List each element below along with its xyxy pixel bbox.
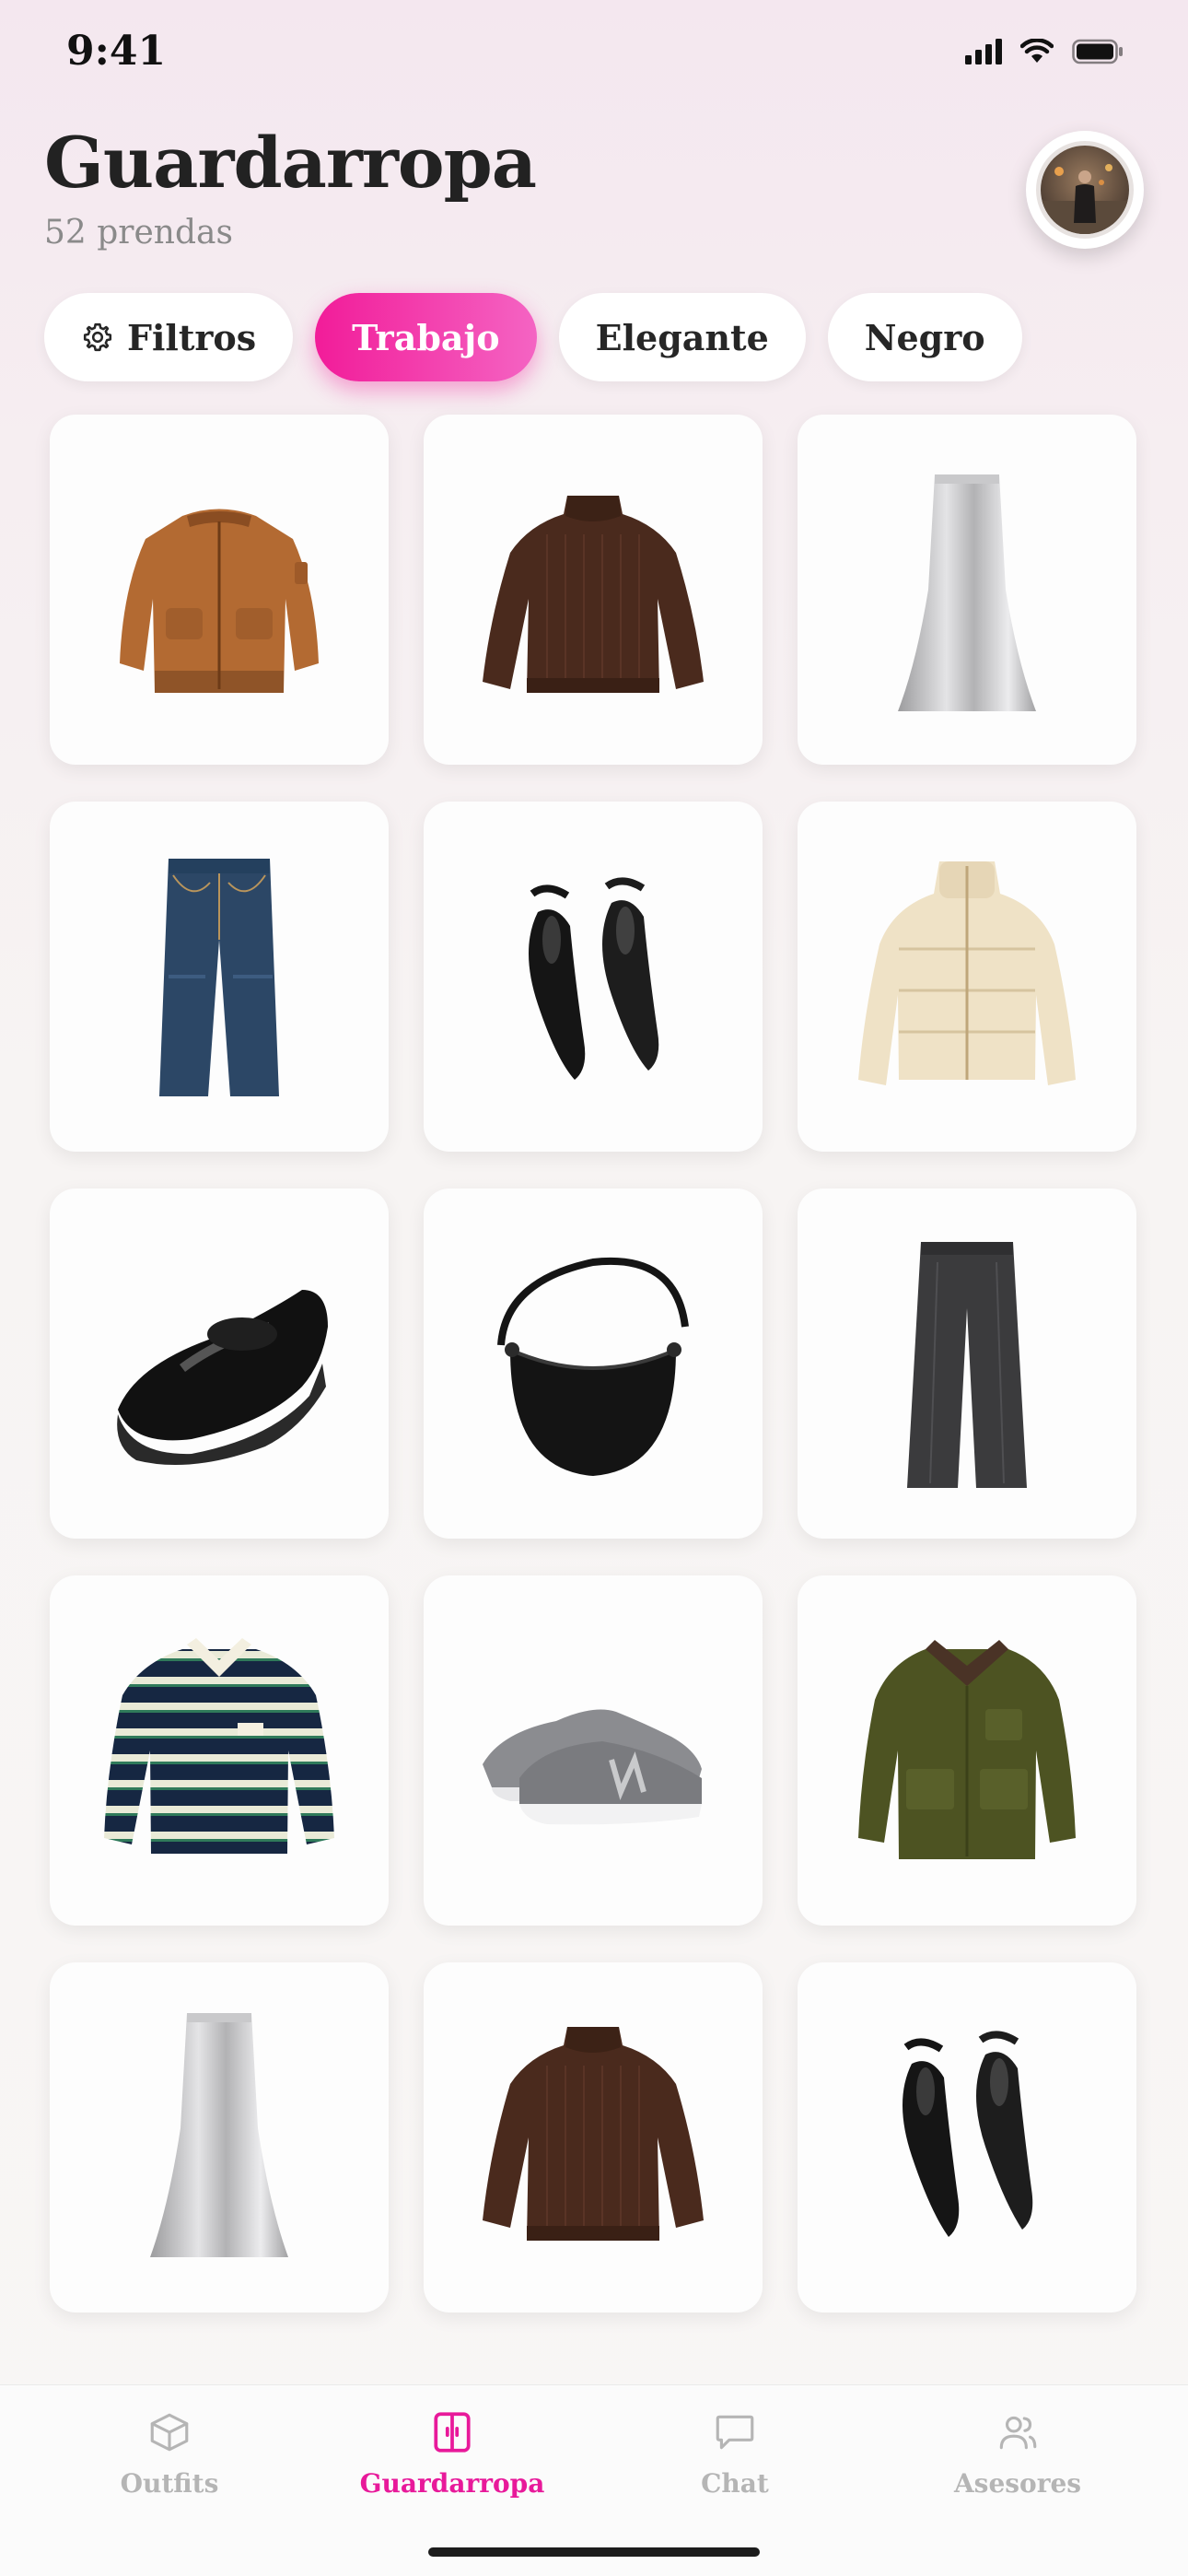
people-icon [999, 2416, 1037, 2450]
avatar-photo [1036, 141, 1134, 239]
charcoal-trousers-image [907, 1242, 1027, 1488]
loafer-image [117, 1290, 328, 1465]
box-icon [150, 2413, 189, 2452]
garment-card-cream-puffer[interactable] [798, 802, 1136, 1152]
garment-card-silver-skirt[interactable] [50, 1962, 389, 2313]
garment-card-olive-jacket[interactable] [798, 1575, 1136, 1926]
garment-card-silver-skirt[interactable] [798, 415, 1136, 765]
black-bag-image [497, 1257, 689, 1476]
gear-icon [83, 322, 112, 352]
garment-card-leather-jacket[interactable] [50, 415, 389, 765]
rugby-shirt-image [104, 1638, 334, 1854]
status-time: 9:41 [66, 28, 167, 75]
status-bar: 9:41 [0, 0, 1188, 111]
brown-sweater-image [483, 2027, 704, 2241]
wardrobe-icon [434, 2412, 471, 2453]
garment-card-charcoal-trousers[interactable] [798, 1188, 1136, 1539]
garment-card-jeans[interactable] [50, 802, 389, 1152]
chip-elegante[interactable]: Elegante [558, 293, 806, 381]
leather-jacket-image [120, 509, 319, 693]
garment-card-brown-sweater[interactable] [424, 415, 763, 765]
filters-chip[interactable]: Filtros [44, 293, 294, 381]
cream-puffer-image [858, 861, 1076, 1085]
home-indicator [428, 2547, 760, 2557]
olive-jacket-image [858, 1640, 1076, 1859]
garment-grid [50, 415, 1136, 2313]
garment-card-brown-sweater[interactable] [424, 1962, 763, 2313]
chip-trabajo[interactable]: Trabajo [315, 293, 537, 381]
chip-negro[interactable]: Negro [827, 293, 1022, 381]
silver-skirt-image [150, 2013, 288, 2257]
tab-label: Asesores [953, 2468, 1082, 2499]
garment-card-black-bag[interactable] [424, 1188, 763, 1539]
tab-label: Outfits [120, 2468, 219, 2499]
chip-label: Trabajo [352, 316, 500, 358]
garment-card-black-flats[interactable] [424, 802, 763, 1152]
filter-chips: Filtros Trabajo Elegante Negro [44, 293, 1022, 381]
tab-label: Guardarropa [359, 2468, 545, 2499]
garment-card-loafer[interactable] [50, 1188, 389, 1539]
chip-label: Elegante [595, 316, 769, 358]
tab-outfits[interactable]: Outfits [59, 2409, 280, 2511]
page-title: Guardarropa [44, 122, 537, 204]
tab-chat[interactable]: Chat [624, 2409, 845, 2511]
black-flats-image [529, 877, 659, 1080]
signal-icon [965, 39, 1002, 64]
status-icons [965, 39, 1124, 64]
wifi-icon [1020, 39, 1054, 63]
tab-label: Chat [701, 2468, 769, 2499]
garment-card-rugby-shirt[interactable] [50, 1575, 389, 1926]
jeans-image [159, 859, 279, 1096]
black-flats-image [903, 2031, 1033, 2237]
filters-chip-label: Filtros [127, 316, 257, 358]
tab-asesores[interactable]: Asesores [907, 2409, 1128, 2511]
chat-bubble-icon [716, 2415, 754, 2450]
chip-label: Negro [864, 316, 985, 358]
brown-sweater-image [483, 496, 704, 693]
garment-card-black-flats[interactable] [798, 1962, 1136, 2313]
battery-icon [1072, 39, 1123, 64]
tab-guardarropa[interactable]: Guardarropa [342, 2409, 563, 2511]
garment-card-grey-sneakers[interactable] [424, 1575, 763, 1926]
grey-sneakers-image [483, 1709, 702, 1825]
silver-skirt-image [898, 474, 1036, 711]
item-count: 52 prendas [44, 214, 233, 252]
avatar[interactable] [1026, 131, 1144, 249]
